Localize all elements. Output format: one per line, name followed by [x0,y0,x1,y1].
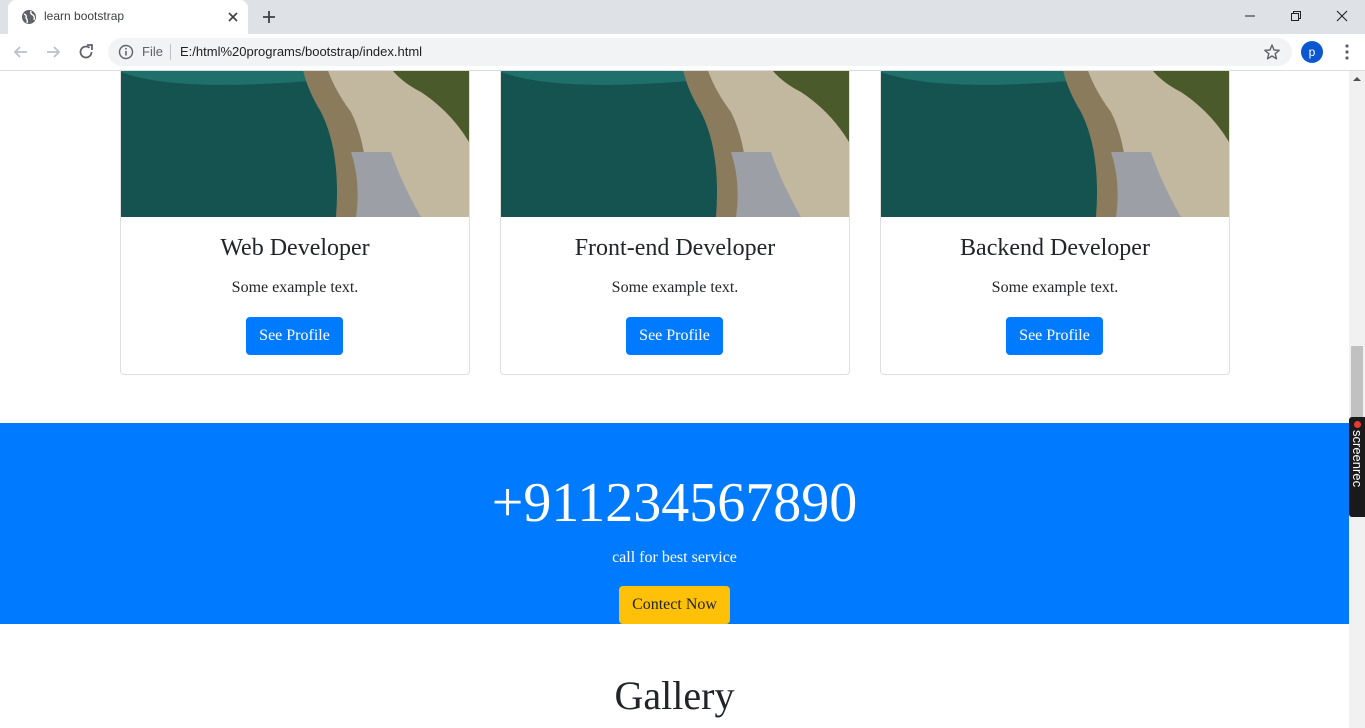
close-window-button[interactable] [1319,0,1365,32]
contact-banner: +911234567890 call for best service Cont… [0,423,1349,624]
url-text[interactable]: E:/html%20programs/bootstrap/index.html [180,44,422,59]
tab-strip: learn bootstrap [0,0,1365,34]
scroll-up-arrow-icon[interactable] [1353,75,1361,83]
card-image-coastline [881,71,1229,217]
screen-recorder-badge[interactable]: screenrec [1349,417,1365,517]
vertical-scrollbar[interactable] [1349,71,1365,728]
globe-icon [22,10,36,24]
card-text: Some example text. [991,279,1119,296]
address-separator [170,44,171,60]
card-text: Some example text. [611,279,739,296]
url-scheme-label: File [142,44,163,59]
card-title: Backend Developer [960,235,1150,261]
kebab-menu-icon[interactable] [1337,42,1357,62]
minimize-icon [1245,15,1255,17]
card-title: Web Developer [220,235,370,261]
profile-card: Web Developer Some example text. See Pro… [120,71,470,375]
address-bar[interactable]: File E:/html%20programs/bootstrap/index.… [108,38,1292,66]
close-icon [1336,10,1348,22]
reload-icon[interactable] [76,42,96,62]
info-icon[interactable] [118,44,134,60]
restore-button[interactable] [1273,0,1319,32]
card-image-coastline [501,71,849,217]
banner-subtitle: call for best service [612,549,737,566]
plus-icon[interactable] [260,8,278,26]
restore-icon [1291,11,1301,21]
card-image-coastline [121,71,469,217]
browser-tab[interactable]: learn bootstrap [8,0,248,34]
contact-now-button[interactable]: Contect Now [619,586,730,624]
see-profile-button[interactable]: See Profile [1006,317,1103,355]
page-viewport: Web Developer Some example text. See Pro… [0,71,1349,728]
card-title: Front-end Developer [574,235,776,261]
close-icon[interactable] [225,9,241,25]
phone-number: +911234567890 [491,472,858,534]
scrollbar-thumb[interactable] [1351,346,1363,418]
browser-toolbar: File E:/html%20programs/bootstrap/index.… [0,34,1365,71]
tab-title: learn bootstrap [44,9,125,23]
see-profile-button[interactable]: See Profile [626,317,723,355]
card-text: Some example text. [231,279,359,296]
profile-card: Backend Developer Some example text. See… [880,71,1230,375]
back-arrow-icon[interactable] [11,42,31,62]
record-dot-icon [1354,421,1361,428]
see-profile-button[interactable]: See Profile [246,317,343,355]
star-icon[interactable] [1263,43,1281,61]
forward-arrow-icon[interactable] [43,42,63,62]
recorder-label: screenrec [1350,430,1365,488]
minimize-button[interactable] [1227,0,1273,32]
gallery-heading: Gallery [614,673,735,718]
profile-avatar[interactable]: p [1301,41,1323,63]
profile-card: Front-end Developer Some example text. S… [500,71,850,375]
